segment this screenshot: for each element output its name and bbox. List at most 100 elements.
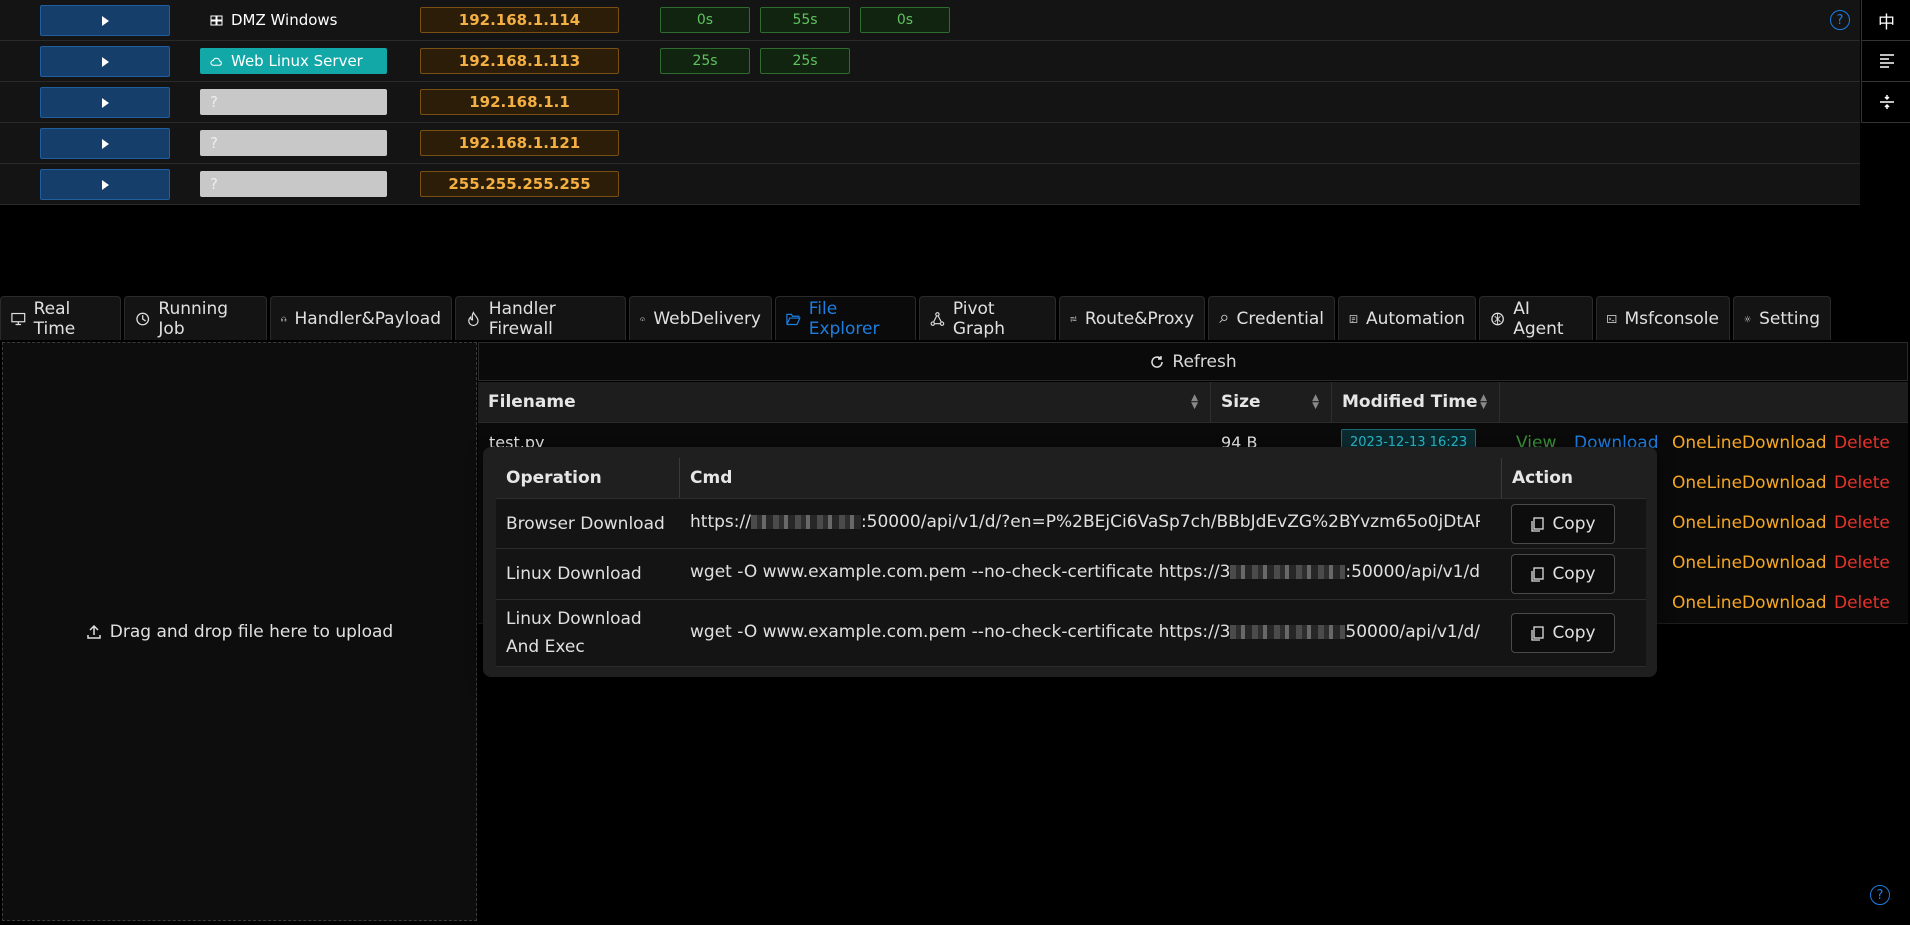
- delete-link[interactable]: Delete: [1834, 433, 1890, 453]
- headset-icon: [281, 316, 287, 321]
- tab-file-explorer[interactable]: File Explorer: [775, 296, 916, 340]
- column-modified[interactable]: Modified Time ▲ ▼: [1332, 382, 1500, 422]
- tab-msfconsole[interactable]: Msfconsole: [1596, 296, 1730, 340]
- play-icon: [102, 15, 109, 26]
- host-row: ? 192.168.1.121: [0, 123, 1860, 164]
- operation-label: Linux Download: [506, 564, 642, 584]
- tab-label: Automation: [1365, 308, 1465, 329]
- column-size-label: Size: [1221, 392, 1261, 412]
- copy-button[interactable]: Copy: [1511, 554, 1615, 594]
- language-toggle-button[interactable]: 中: [1861, 0, 1910, 41]
- refresh-label: Refresh: [1172, 351, 1237, 372]
- help-icon[interactable]: ?: [1870, 885, 1890, 905]
- column-action: Action: [1502, 458, 1646, 498]
- ip-tag[interactable]: 192.168.1.121: [420, 130, 619, 156]
- tab-label: Pivot Graph: [952, 298, 1005, 339]
- command-text: wget -O www.example.com.pem --no-check-c…: [690, 562, 1480, 582]
- tab-running-job[interactable]: Running Job: [124, 296, 267, 340]
- windows-icon: [210, 15, 223, 25]
- heartbeat-tag: 25s: [760, 48, 850, 74]
- column-size[interactable]: Size ▲ ▼: [1211, 382, 1332, 422]
- one-line-download-link[interactable]: OneLineDownload: [1672, 553, 1827, 573]
- refresh-button[interactable]: Refresh: [478, 342, 1908, 381]
- tab-label: Setting: [1759, 308, 1820, 329]
- delete-link[interactable]: Delete: [1834, 553, 1890, 573]
- upload-dropzone[interactable]: Drag and drop file here to upload: [2, 342, 477, 921]
- ip-tag[interactable]: 192.168.1.114: [420, 7, 619, 33]
- file-table-header: Filename ▲ ▼ Size ▲ ▼ Modified Time ▲ ▼: [478, 382, 1908, 423]
- tab-automation[interactable]: Automation: [1338, 296, 1476, 340]
- tab-label: WebDelivery: [653, 308, 761, 329]
- column-filename[interactable]: Filename ▲ ▼: [478, 382, 1211, 422]
- platform-label: Web Linux Server: [231, 52, 363, 70]
- command-text: wget -O www.example.com.pem --no-check-c…: [690, 622, 1480, 642]
- heartbeat-tag: 55s: [760, 7, 850, 33]
- robot-icon: [1349, 314, 1358, 323]
- copy-label: Copy: [1552, 623, 1596, 643]
- column-cmd: Cmd: [680, 458, 1502, 498]
- tab-ai-agent[interactable]: AI Agent: [1479, 296, 1593, 340]
- one-line-download-link[interactable]: OneLineDownload: [1672, 593, 1827, 613]
- monitor-icon: [11, 312, 26, 325]
- cloud-icon: [210, 57, 222, 66]
- host-row: ? 192.168.1.1: [0, 82, 1860, 123]
- search-icon: [1219, 314, 1228, 323]
- session-expand-button[interactable]: [40, 87, 170, 118]
- platform-label: ?: [210, 175, 218, 193]
- platform-label: ?: [210, 93, 218, 111]
- graph-icon: [930, 311, 945, 326]
- one-line-download-link[interactable]: OneLineDownload: [1672, 513, 1827, 533]
- tab-label: Route&Proxy: [1084, 308, 1194, 329]
- tab-label: Handler&Payload: [294, 308, 442, 329]
- copy-button[interactable]: Copy: [1511, 504, 1615, 544]
- tab-label: Credential: [1236, 308, 1325, 329]
- cloud-download-icon: [640, 316, 646, 321]
- platform-tag: ?: [200, 171, 387, 197]
- session-expand-button[interactable]: [40, 5, 170, 36]
- tab-route-proxy[interactable]: Route&Proxy: [1059, 296, 1205, 340]
- ip-tag[interactable]: 192.168.1.113: [420, 48, 619, 74]
- sort-icon: ▲ ▼: [1191, 393, 1198, 411]
- delete-link[interactable]: Delete: [1834, 593, 1890, 613]
- ip-tag[interactable]: 255.255.255.255: [420, 171, 619, 197]
- copy-button[interactable]: Copy: [1511, 613, 1615, 653]
- delete-link[interactable]: Delete: [1834, 473, 1890, 493]
- copy-icon: [1531, 625, 1545, 641]
- session-expand-button[interactable]: [40, 169, 170, 200]
- platform-tag: DMZ Windows: [200, 7, 387, 33]
- session-expand-button[interactable]: [40, 128, 170, 159]
- ip-tag[interactable]: 192.168.1.1: [420, 89, 619, 115]
- one-line-download-link[interactable]: OneLineDownload: [1672, 433, 1827, 453]
- sort-icon: ▲ ▼: [1312, 393, 1319, 411]
- tab-credential[interactable]: Credential: [1208, 296, 1335, 340]
- host-row: ? 255.255.255.255: [0, 164, 1860, 205]
- heartbeat-tag: 0s: [860, 7, 950, 33]
- session-expand-button[interactable]: [40, 46, 170, 77]
- delete-link[interactable]: Delete: [1834, 513, 1890, 533]
- tab-setting[interactable]: Setting: [1733, 296, 1831, 340]
- heartbeat-tag: 0s: [660, 7, 750, 33]
- one-line-download-popover: Operation Cmd Action Browser Download ht…: [483, 447, 1657, 677]
- play-icon: [102, 138, 109, 149]
- help-icon[interactable]: ?: [1830, 10, 1850, 30]
- split-button[interactable]: [1861, 82, 1910, 123]
- gear-icon: [1744, 315, 1751, 322]
- tab-pivot-graph[interactable]: Pivot Graph: [919, 296, 1056, 340]
- tab-label: File Explorer: [808, 298, 880, 339]
- refresh-icon: [1151, 355, 1164, 368]
- tab-webdelivery[interactable]: WebDelivery: [629, 296, 772, 340]
- command-row: Linux Download wget -O www.example.com.p…: [496, 548, 1646, 600]
- host-row: Web Linux Server 192.168.1.113 25s 25s: [0, 41, 1860, 82]
- tab-label: Running Job: [158, 298, 229, 339]
- copy-label: Copy: [1552, 564, 1596, 584]
- platform-tag: ?: [200, 130, 387, 156]
- platform-tag: ?: [200, 89, 387, 115]
- tab-real-time[interactable]: Real Time: [0, 296, 121, 340]
- history-icon: [136, 312, 150, 325]
- command-row: Browser Download https://:50000/api/v1/d…: [496, 498, 1646, 549]
- redacted-host: [1230, 565, 1346, 579]
- one-line-download-link[interactable]: OneLineDownload: [1672, 473, 1827, 493]
- tab-handler-payload[interactable]: Handler&Payload: [270, 296, 452, 340]
- align-left-button[interactable]: [1861, 41, 1910, 82]
- tab-handler-firewall[interactable]: Handler Firewall: [455, 296, 626, 340]
